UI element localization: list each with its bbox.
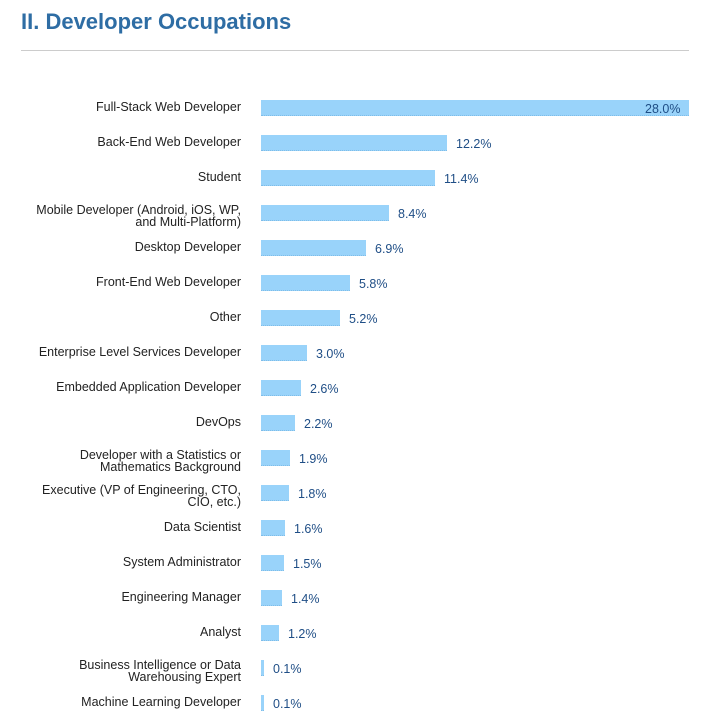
category-label: Engineering Manager bbox=[1, 590, 241, 604]
category-label-line: Engineering Manager bbox=[121, 590, 241, 604]
category-label-line: Machine Learning Developer bbox=[81, 695, 241, 709]
category-label: Full-Stack Web Developer bbox=[1, 100, 241, 114]
value-label: 2.6% bbox=[310, 382, 339, 396]
category-label-line: Mathematics Background bbox=[99, 460, 241, 474]
bar bbox=[261, 450, 290, 466]
bar bbox=[261, 415, 295, 431]
bar bbox=[261, 590, 282, 606]
value-label: 12.2% bbox=[456, 137, 492, 151]
category-label: DevOps bbox=[1, 415, 241, 429]
category-label-line: Enterprise Level Services Developer bbox=[38, 345, 241, 359]
category-label-line: Analyst bbox=[200, 625, 241, 639]
bar bbox=[261, 695, 264, 711]
bar bbox=[261, 170, 435, 186]
category-label: Executive (VP of Engineering, CTO, CIO, e… bbox=[1, 484, 241, 509]
category-label-line: CIO, etc.) bbox=[187, 495, 241, 509]
category-label-line: Back-End Web Developer bbox=[97, 135, 241, 149]
bar bbox=[261, 380, 301, 396]
value-label: 1.8% bbox=[298, 487, 327, 501]
value-label: 1.4% bbox=[291, 592, 320, 606]
value-label: 0.1% bbox=[273, 697, 302, 711]
category-label: Front-End Web Developer bbox=[1, 275, 241, 289]
bar bbox=[261, 555, 284, 571]
value-label: 11.4% bbox=[444, 172, 479, 186]
value-label: 5.8% bbox=[359, 277, 388, 291]
category-label-line: Front-End Web Developer bbox=[96, 275, 241, 289]
value-label: 28.0% bbox=[645, 102, 681, 116]
bar bbox=[261, 485, 289, 501]
bar bbox=[261, 100, 689, 116]
bar bbox=[261, 520, 285, 536]
occupations-bar-chart: Full-Stack Web Developer 28.0% Back-End We… bbox=[0, 0, 721, 720]
value-label: 1.2% bbox=[288, 627, 317, 641]
category-label: Data Scientist bbox=[1, 520, 241, 534]
category-label: Other bbox=[1, 310, 241, 324]
bar bbox=[261, 660, 264, 676]
value-label: 2.2% bbox=[304, 417, 333, 431]
category-label-line: Data Scientist bbox=[163, 520, 241, 534]
value-label: 5.2% bbox=[349, 312, 378, 326]
value-label: 1.5% bbox=[293, 557, 322, 571]
category-label: Back-End Web Developer bbox=[1, 135, 241, 149]
bar bbox=[261, 310, 340, 326]
category-label: Machine Learning Developer bbox=[1, 695, 241, 709]
value-label: 6.9% bbox=[375, 242, 404, 256]
value-label: 8.4% bbox=[398, 207, 427, 221]
category-label: Business Intelligence or Data Warehousing… bbox=[1, 659, 241, 684]
bar bbox=[261, 205, 389, 221]
category-label: Enterprise Level Services Developer bbox=[1, 345, 241, 359]
value-label: 3.0% bbox=[316, 347, 345, 361]
category-label-line: Warehousing Expert bbox=[128, 670, 241, 684]
category-label: Mobile Developer (Android, iOS, WP, and M… bbox=[1, 204, 241, 229]
category-label-line: Other bbox=[209, 310, 241, 324]
category-label-line: System Administrator bbox=[122, 555, 241, 569]
bar bbox=[261, 240, 366, 256]
category-label-line: and Multi-Platform) bbox=[135, 215, 241, 229]
category-label: Student bbox=[1, 170, 241, 184]
value-label: 1.6% bbox=[294, 522, 323, 536]
category-label-line: Embedded Application Developer bbox=[56, 380, 241, 394]
category-label: Desktop Developer bbox=[1, 240, 241, 254]
category-label-line: Full-Stack Web Developer bbox=[96, 100, 241, 114]
category-label: Developer with a Statistics or Mathematic… bbox=[1, 449, 241, 474]
value-label: 1.9% bbox=[299, 452, 328, 466]
category-label-line: Student bbox=[197, 170, 241, 184]
bar bbox=[261, 345, 307, 361]
category-label-line: DevOps bbox=[195, 415, 241, 429]
category-label: System Administrator bbox=[1, 555, 241, 569]
bar bbox=[261, 625, 279, 641]
category-label-line: Desktop Developer bbox=[134, 240, 241, 254]
bar bbox=[261, 135, 447, 151]
category-label: Analyst bbox=[1, 625, 241, 639]
bar bbox=[261, 275, 350, 291]
value-label: 0.1% bbox=[273, 662, 302, 676]
category-label: Embedded Application Developer bbox=[1, 380, 241, 394]
